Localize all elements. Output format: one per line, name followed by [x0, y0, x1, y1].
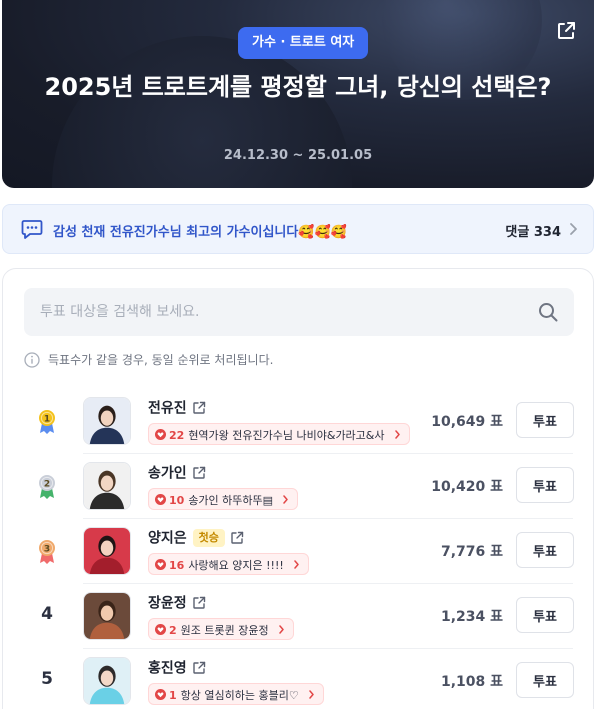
- external-link-icon[interactable]: [192, 401, 206, 415]
- avatar-photo: [84, 658, 130, 704]
- cheer-message-chip[interactable]: 22 현역가왕 전유진가수님 나비야&가라고&사: [148, 423, 410, 445]
- external-link-icon[interactable]: [192, 596, 206, 610]
- vote-count: 10,649 표: [431, 414, 503, 430]
- ranking-row: 3 양지은 첫승 16 사랑해요 양지은 !!!! 7,776 표 투표: [3, 519, 593, 584]
- rank-medal-icon: 2: [39, 475, 55, 499]
- candidate-name[interactable]: 장윤정: [148, 596, 187, 612]
- cheer-count: 2: [169, 624, 177, 637]
- chevron-right-icon: [308, 690, 314, 699]
- vote-button[interactable]: 투표: [516, 467, 574, 503]
- cheer-message-chip[interactable]: 2 원조 트롯퀸 장윤정: [148, 618, 294, 640]
- candidate-name[interactable]: 전유진: [148, 401, 187, 417]
- ranking-row: 2 송가인 10 송가인 하뚜하뚜▤ 10,420 표 투표: [3, 454, 593, 519]
- external-link-icon[interactable]: [192, 661, 206, 675]
- candidate-avatar[interactable]: [83, 462, 131, 510]
- ranking-row: 4 장윤정 2 원조 트롯퀸 장윤정 1,234 표 투표: [3, 584, 593, 649]
- info-icon: [24, 352, 40, 368]
- chevron-right-icon: [570, 223, 577, 235]
- chevron-right-icon: [283, 495, 288, 504]
- external-link-icon[interactable]: [192, 466, 206, 480]
- rank-medal-number: 2: [44, 480, 50, 490]
- vote-card: 득표수가 같을 경우, 동일 순위로 처리됩니다. 1 전유진: [2, 268, 594, 709]
- rank-number: 5: [41, 669, 53, 689]
- cheer-count: 1: [169, 689, 177, 702]
- avatar-photo: [84, 528, 130, 574]
- first-win-badge: 첫승: [192, 528, 225, 547]
- heart-icon: [155, 429, 166, 440]
- rank-medal-number: 3: [44, 545, 50, 555]
- cheer-text: 현역가왕 전유진가수님 나비야&가라고&사: [188, 429, 385, 442]
- notice-text: 득표수가 같을 경우, 동일 순위로 처리됩니다.: [48, 353, 274, 367]
- vote-button[interactable]: 투표: [516, 402, 574, 438]
- chat-bubble-icon: [21, 220, 43, 239]
- vote-button[interactable]: 투표: [516, 662, 574, 698]
- search-icon[interactable]: [538, 302, 558, 322]
- ranking-row: 5 홍진영 1 항상 열심히하는 홍블리♡ 1,108 표 투표: [3, 649, 593, 709]
- vote-button[interactable]: 투표: [516, 597, 574, 633]
- rank-medal-icon: 1: [39, 410, 55, 434]
- external-link-icon[interactable]: [230, 531, 244, 545]
- candidate-avatar[interactable]: [83, 397, 131, 445]
- cheer-count: 16: [169, 559, 185, 572]
- chevron-right-icon: [278, 625, 284, 634]
- comment-bar[interactable]: 감성 천재 전유진가수님 최고의 가수이십니다🥰🥰🥰 댓글 334: [2, 204, 594, 254]
- vote-count: 1,108 표: [440, 674, 503, 690]
- hero-banner: 가수 · 트로트 여자 2025년 트로트계를 평정할 그녀, 당신의 선택은?…: [2, 0, 594, 188]
- cheer-text: 사랑해요 양지은 !!!!: [188, 559, 284, 572]
- cheer-text: 항상 열심히하는 홍블리♡: [180, 689, 299, 702]
- avatar-photo: [84, 463, 130, 509]
- poll-period: 24.12.30 ~ 25.01.05: [223, 148, 373, 163]
- avatar-photo: [84, 398, 130, 444]
- heart-icon: [155, 689, 166, 700]
- cheer-text: 송가인 하뚜하뚜▤: [188, 494, 274, 507]
- category-badge: 가수 · 트로트 여자: [238, 27, 369, 59]
- candidate-name-line: 전유진: [148, 397, 206, 417]
- candidate-name-line: 홍진영: [148, 657, 206, 677]
- candidate-name-line: 장윤정: [148, 592, 206, 612]
- rank-medal-icon: 3: [39, 540, 55, 564]
- candidate-avatar[interactable]: [83, 527, 131, 575]
- ranking-row: 1 전유진 22 현역가왕 전유진가수님 나비야&가라고&사 10,649 표 …: [3, 389, 593, 454]
- heart-icon: [155, 494, 166, 505]
- candidate-avatar[interactable]: [83, 592, 131, 640]
- cheer-message-chip[interactable]: 10 송가인 하뚜하뚜▤: [148, 488, 299, 510]
- candidate-name-line: 양지은 첫승: [148, 527, 244, 547]
- rank-number: 4: [41, 604, 53, 624]
- chevron-right-icon: [394, 430, 400, 439]
- chevron-right-icon: [294, 560, 299, 569]
- search-box: [24, 288, 574, 336]
- comment-count: 댓글 334: [505, 225, 561, 240]
- vote-count: 7,776 표: [440, 544, 503, 560]
- candidate-avatar[interactable]: [83, 657, 131, 705]
- vote-button[interactable]: 투표: [516, 532, 574, 568]
- cheer-count: 22: [169, 429, 185, 442]
- candidate-name[interactable]: 홍진영: [148, 661, 187, 677]
- cheer-count: 10: [169, 494, 185, 507]
- share-icon[interactable]: [555, 20, 577, 42]
- avatar-photo: [84, 593, 130, 639]
- latest-comment: 감성 천재 전유진가수님 최고의 가수이십니다🥰🥰🥰: [53, 225, 347, 240]
- search-input[interactable]: [24, 288, 524, 336]
- cheer-message-chip[interactable]: 1 항상 열심히하는 홍블리♡: [148, 683, 324, 705]
- heart-icon: [155, 624, 166, 635]
- candidate-name[interactable]: 송가인: [148, 466, 187, 482]
- candidate-name[interactable]: 양지은: [148, 531, 187, 547]
- rank-medal-number: 1: [44, 415, 50, 425]
- vote-count: 1,234 표: [440, 609, 503, 625]
- vote-count: 10,420 표: [431, 479, 503, 495]
- heart-icon: [155, 559, 166, 570]
- cheer-message-chip[interactable]: 16 사랑해요 양지은 !!!!: [148, 553, 309, 575]
- cheer-text: 원조 트롯퀸 장윤정: [180, 624, 269, 637]
- poll-title: 2025년 트로트계를 평정할 그녀, 당신의 선택은?: [44, 73, 552, 101]
- candidate-name-line: 송가인: [148, 462, 206, 482]
